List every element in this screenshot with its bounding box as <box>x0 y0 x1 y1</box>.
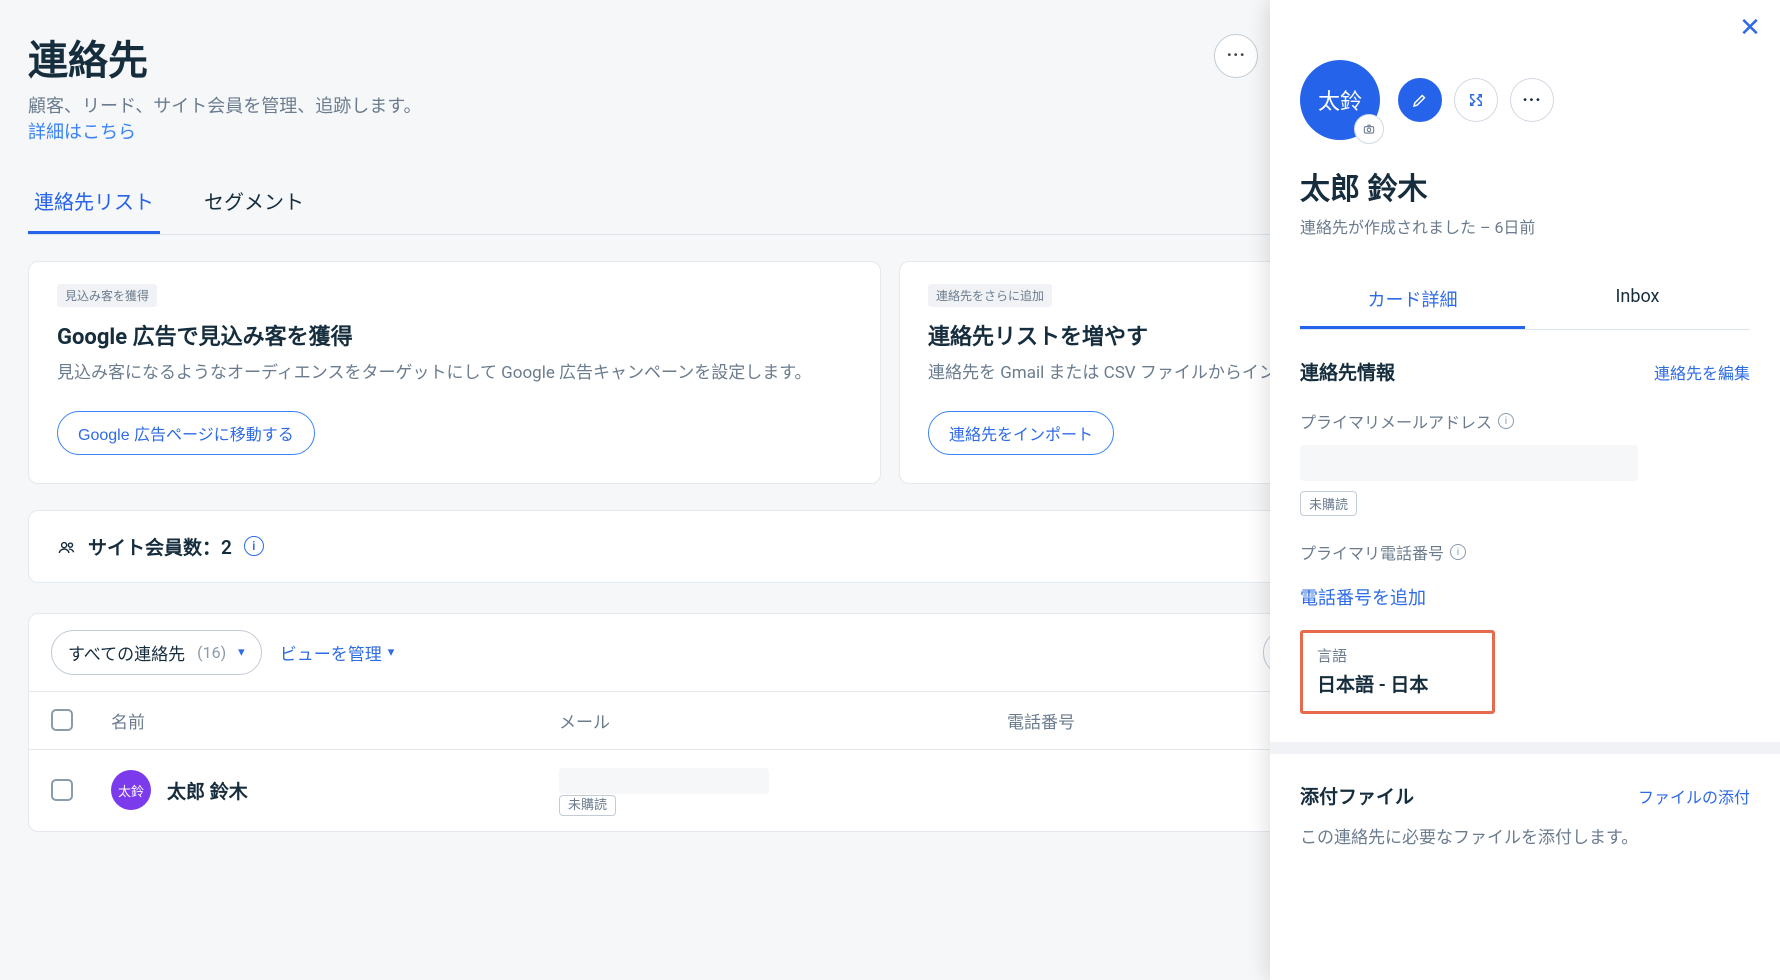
chevron-down-icon: ▾ <box>388 645 395 660</box>
page-title: 連絡先 <box>28 28 421 86</box>
manage-views-label: ビューを管理 <box>280 640 382 665</box>
info-icon[interactable]: i <box>244 536 264 556</box>
row-email-placeholder <box>559 768 769 794</box>
attachments-hint: この連絡先に必要なファイルを添付します。 <box>1300 823 1750 848</box>
col-header-name[interactable]: 名前 <box>111 708 559 733</box>
col-header-email[interactable]: メール <box>559 708 1007 733</box>
email-badge: 未購読 <box>1300 491 1357 516</box>
contact-created-meta: 連絡先が作成されました – 6日前 <box>1300 214 1750 238</box>
learn-more-link[interactable]: 詳細はこちら <box>28 118 421 144</box>
view-count: (16) <box>197 643 226 662</box>
page-subtitle: 顧客、リード、サイト会員を管理、追跡します。 <box>28 92 421 118</box>
select-all-checkbox[interactable] <box>51 709 73 731</box>
section-attachments: 添付ファイル <box>1300 782 1414 809</box>
avatar-initials: 太鈴 <box>1318 84 1362 116</box>
view-selector-dropdown[interactable]: すべての連絡先 (16) ▾ <box>51 630 262 675</box>
section-contact-info: 連絡先情報 <box>1300 358 1395 385</box>
expand-button[interactable] <box>1454 78 1498 122</box>
language-box-highlighted: 言語 日本語 - 日本 <box>1300 630 1495 714</box>
section-divider <box>1270 742 1780 754</box>
primary-email-label: プライマリメールアドレス i <box>1300 409 1750 433</box>
card-tag: 連絡先をさらに追加 <box>928 284 1052 307</box>
tab-contact-list[interactable]: 連絡先リスト <box>28 174 160 234</box>
row-badge: 未購読 <box>559 795 616 816</box>
contact-name: 太郎 鈴木 <box>1300 164 1750 208</box>
email-value-placeholder <box>1300 445 1638 481</box>
edit-button[interactable] <box>1398 78 1442 122</box>
panel-tab-detail[interactable]: カード詳細 <box>1300 272 1525 329</box>
card-google-ads: 見込み客を獲得 Google 広告で見込み客を獲得 見込み客になるようなオーディ… <box>28 261 881 484</box>
avatar-large: 太鈴 <box>1300 60 1380 140</box>
edit-contact-link[interactable]: 連絡先を編集 <box>1654 360 1750 384</box>
info-icon[interactable]: i <box>1450 544 1466 560</box>
card-title: Google 広告で見込み客を獲得 <box>57 319 852 351</box>
card-action-google-ads[interactable]: Google 広告ページに移動する <box>57 411 315 455</box>
tab-segments[interactable]: セグメント <box>198 174 310 234</box>
card-desc: 見込み客になるようなオーディエンスをターゲットにして Google 広告キャンペ… <box>57 361 852 387</box>
card-tag: 見込み客を獲得 <box>57 284 157 307</box>
info-icon[interactable]: i <box>1498 413 1514 429</box>
panel-more-button[interactable]: ··· <box>1510 78 1554 122</box>
language-value: 日本語 - 日本 <box>1317 670 1478 697</box>
more-actions-button[interactable]: ··· <box>1214 34 1258 78</box>
members-count-label: サイト会員数：2 <box>88 533 232 560</box>
chevron-down-icon: ▾ <box>238 645 245 660</box>
panel-tab-inbox[interactable]: Inbox <box>1525 272 1750 329</box>
members-icon <box>57 535 76 558</box>
camera-icon[interactable] <box>1354 114 1384 144</box>
row-name: 太郎 鈴木 <box>167 777 248 804</box>
add-phone-link[interactable]: 電話番号を追加 <box>1300 584 1750 610</box>
row-checkbox[interactable] <box>51 779 73 801</box>
avatar: 太鈴 <box>111 770 151 810</box>
view-name: すべての連絡先 <box>68 640 185 665</box>
primary-phone-label: プライマリ電話番号 i <box>1300 540 1750 564</box>
contact-detail-panel: ✕ 太鈴 ··· 太郎 鈴木 連絡先が作成されました – 6日前 カード詳細 I… <box>1270 0 1780 980</box>
card-action-import[interactable]: 連絡先をインポート <box>928 411 1114 455</box>
close-panel-button[interactable]: ✕ <box>1736 14 1764 42</box>
manage-views-link[interactable]: ビューを管理 ▾ <box>280 640 395 665</box>
language-label: 言語 <box>1317 645 1478 666</box>
attach-file-link[interactable]: ファイルの添付 <box>1638 784 1750 808</box>
